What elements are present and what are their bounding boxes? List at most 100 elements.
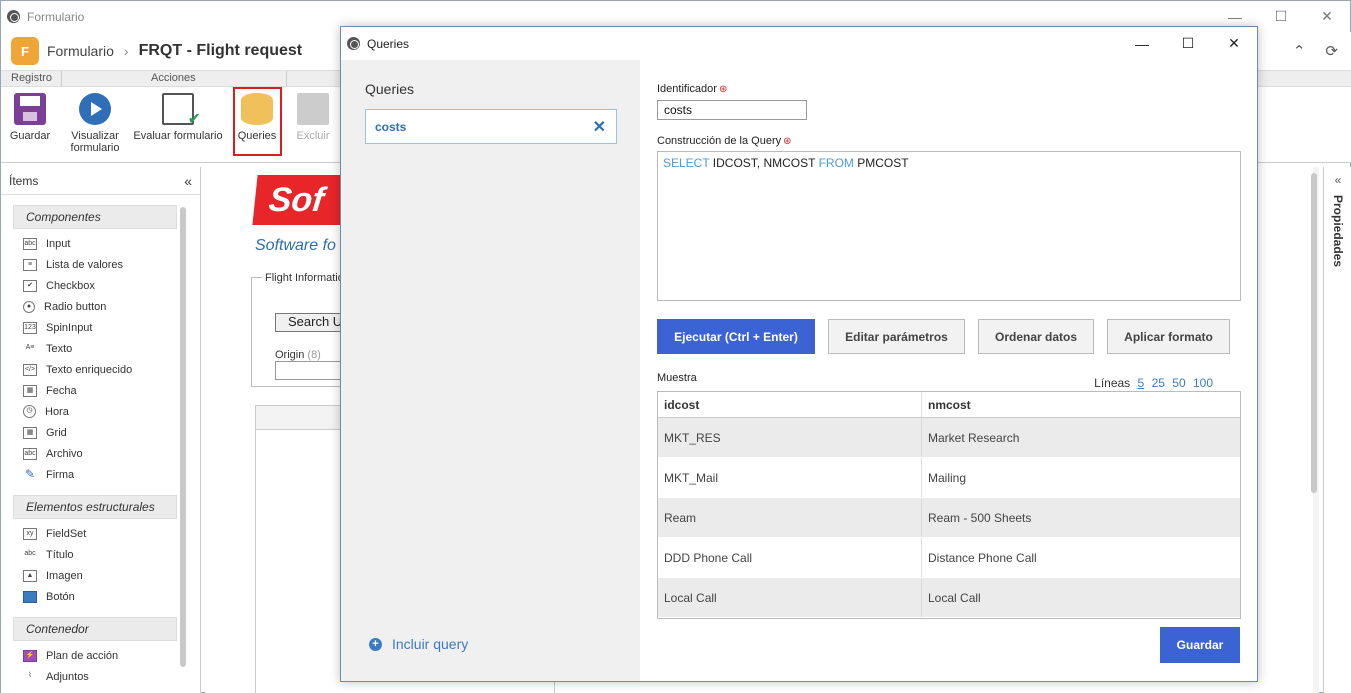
component-signature[interactable]: ✎ Firma	[1, 464, 200, 485]
section-componentes[interactable]: Componentes	[13, 205, 177, 229]
dialog-save-button[interactable]: Guardar	[1160, 627, 1240, 663]
table-row[interactable]: Local Call Local Call	[658, 578, 1240, 618]
fieldset-icon: xy	[23, 527, 37, 540]
table-cell: MKT_Mail	[658, 458, 922, 497]
lines-selector: Líneas 5 25 50 100	[1094, 376, 1213, 390]
component-value-list[interactable]: ≡ Lista de valores	[1, 254, 200, 275]
apply-format-button[interactable]: Aplicar formato	[1107, 319, 1230, 354]
form-subtitle: Software fo	[255, 237, 336, 254]
table-row[interactable]: MKT_Mail Mailing	[658, 458, 1240, 498]
expand-properties-icon[interactable]: «	[1324, 173, 1351, 187]
execute-button[interactable]: Ejecutar (Ctrl + Enter)	[657, 319, 815, 354]
lines-label: Líneas	[1094, 376, 1131, 390]
trash-icon	[297, 93, 329, 125]
remove-query-icon[interactable]: ✕	[593, 117, 606, 137]
breadcrumb-root[interactable]: Formulario	[47, 43, 114, 59]
items-panel-header: Ítems «	[1, 167, 200, 195]
component-label: Título	[46, 548, 74, 561]
maximize-icon[interactable]: ☐	[1258, 1, 1304, 32]
lines-option-100[interactable]: 100	[1193, 376, 1213, 390]
component-input[interactable]: abc Input	[1, 233, 200, 254]
plus-circle-icon: +	[369, 637, 382, 651]
sql-fields: IDCOST, NMCOST	[709, 156, 819, 170]
close-icon[interactable]: ✕	[1304, 1, 1350, 32]
component-radio[interactable]: ● Radio button	[1, 296, 200, 317]
canvas-scrollbar[interactable]	[1311, 173, 1317, 493]
table-cell: DDD Phone Call	[658, 538, 922, 577]
component-label: Checkbox	[46, 279, 95, 292]
component-label: Archivo	[46, 447, 83, 460]
identifier-input[interactable]	[657, 100, 807, 120]
evaluate-form-button[interactable]: Evaluar formulario	[131, 89, 225, 142]
sql-editor[interactable]: SELECT IDCOST, NMCOST FROM PMCOST	[657, 151, 1241, 301]
preview-form-label: Visualizar formulario	[70, 130, 120, 154]
button-icon	[23, 590, 37, 603]
component-attachments[interactable]: ⌇ Adjuntos	[1, 666, 200, 687]
component-file[interactable]: abc Archivo	[1, 443, 200, 464]
dialog-close-icon[interactable]: ✕	[1211, 27, 1257, 60]
component-label: Input	[46, 237, 71, 250]
delete-button[interactable]: Excluir	[293, 89, 333, 142]
component-spininput[interactable]: 123 SpinInput	[1, 317, 200, 338]
query-list-item[interactable]: costs ✕	[365, 109, 617, 144]
save-button[interactable]: Guardar	[7, 89, 53, 142]
component-grid[interactable]: ▦ Grid	[1, 422, 200, 443]
save-button-label: Guardar	[9, 130, 51, 142]
evaluate-form-label: Evaluar formulario	[133, 130, 223, 142]
table-row[interactable]: Ream Ream - 500 Sheets	[658, 498, 1240, 538]
checkbox-icon: ✔	[23, 279, 37, 292]
component-button[interactable]: Botón	[1, 586, 200, 607]
spin-input-icon: 123	[23, 321, 37, 334]
sql-table: PMCOST	[853, 156, 909, 170]
column-header-idcost[interactable]: idcost	[658, 392, 922, 417]
collapse-up-icon[interactable]: ⌃	[1293, 42, 1306, 60]
preview-form-button[interactable]: Visualizar formulario	[65, 89, 125, 154]
table-cell: Ream - 500 Sheets	[928, 510, 1032, 525]
lines-option-5[interactable]: 5	[1138, 376, 1145, 390]
component-title[interactable]: abc Título	[1, 544, 200, 565]
component-label: SpinInput	[46, 321, 93, 334]
ribbon-group-registro: Registro	[11, 72, 52, 84]
breadcrumb-chevron-icon: ›	[123, 43, 129, 59]
origin-label-text: Origin	[275, 349, 305, 361]
table-row[interactable]: MKT_RES Market Research	[658, 418, 1240, 458]
component-image[interactable]: ▲ Imagen	[1, 565, 200, 586]
column-header-nmcost[interactable]: nmcost	[922, 392, 1240, 417]
collapse-left-icon[interactable]: «	[184, 173, 192, 189]
items-panel-scrollbar[interactable]	[180, 207, 186, 667]
component-action-plan[interactable]: ⚡ Plan de acción	[1, 645, 200, 666]
sort-data-button[interactable]: Ordenar datos	[978, 319, 1094, 354]
component-label: Botón	[46, 590, 75, 603]
list-icon: ≡	[23, 258, 37, 271]
dialog-maximize-icon[interactable]: ☐	[1165, 27, 1211, 60]
lines-option-25[interactable]: 25	[1152, 376, 1165, 390]
component-text[interactable]: A≡ Texto	[1, 338, 200, 359]
section-container[interactable]: Contenedor	[13, 617, 177, 641]
add-query-link[interactable]: + Incluir query	[369, 636, 468, 652]
required-icon: ⊛	[718, 84, 728, 95]
edit-parameters-button[interactable]: Editar parámetros	[828, 319, 965, 354]
calendar-icon: ▦	[23, 384, 37, 397]
table-cell: Distance Phone Call	[928, 550, 1037, 565]
component-label: Imagen	[46, 569, 83, 582]
component-time[interactable]: ◷ Hora	[1, 401, 200, 422]
refresh-icon[interactable]: ⟳	[1325, 42, 1338, 60]
lines-option-50[interactable]: 50	[1172, 376, 1185, 390]
ribbon-group-divider	[286, 71, 287, 88]
component-fieldset[interactable]: xy FieldSet	[1, 523, 200, 544]
component-label: FieldSet	[46, 527, 87, 540]
properties-panel[interactable]: « Propiedades	[1323, 167, 1351, 693]
component-rich-text[interactable]: </> Texto enriquecido	[1, 359, 200, 380]
main-window-title: Formulario	[27, 9, 85, 24]
component-checkbox[interactable]: ✔ Checkbox	[1, 275, 200, 296]
dialog-minimize-icon[interactable]: —	[1119, 27, 1165, 60]
dialog-globe-icon	[347, 37, 360, 50]
table-cell: MKT_RES	[658, 418, 922, 457]
image-icon: ▲	[23, 569, 37, 582]
origin-count: (8)	[307, 349, 321, 361]
table-cell: Market Research	[928, 430, 1020, 445]
queries-dialog: Queries — ☐ ✕ Queries costs ✕ + Incluir …	[340, 26, 1258, 682]
table-row[interactable]: DDD Phone Call Distance Phone Call	[658, 538, 1240, 578]
section-structural[interactable]: Elementos estructurales	[13, 495, 177, 519]
component-date[interactable]: ▦ Fecha	[1, 380, 200, 401]
